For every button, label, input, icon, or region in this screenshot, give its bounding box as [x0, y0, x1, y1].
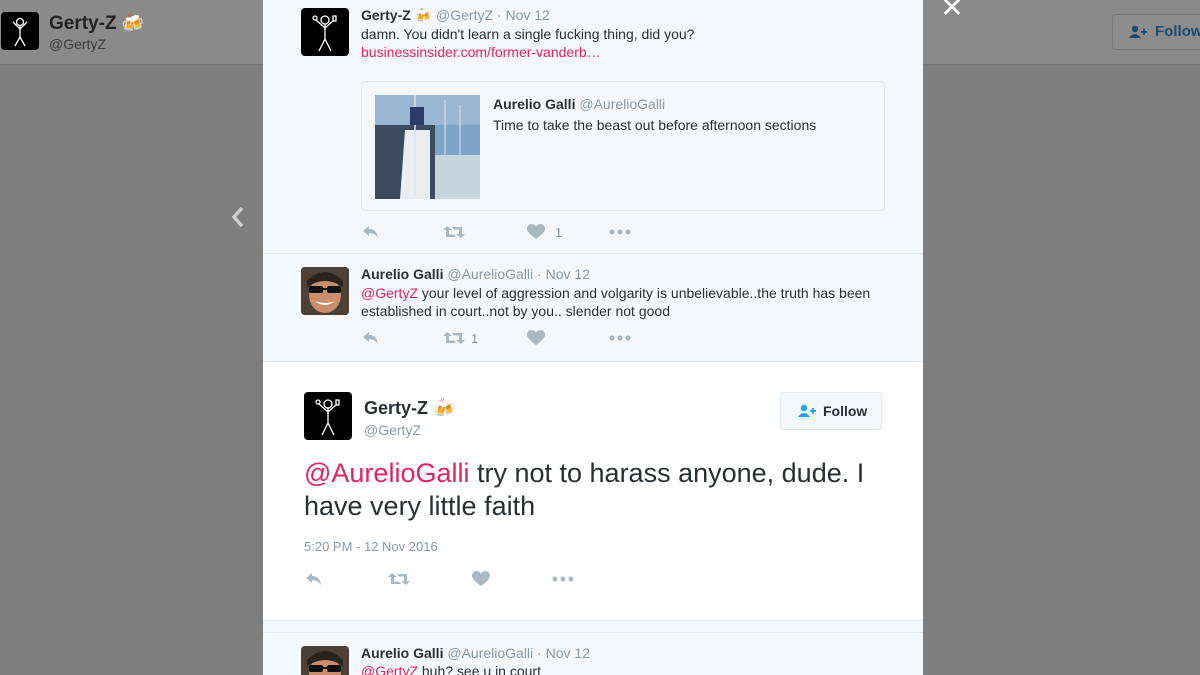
- tweet-header: Gerty-Z 🍻 @GertyZ · Nov 12: [361, 7, 550, 23]
- author-name[interactable]: Aurelio Galli: [361, 266, 443, 282]
- tweet-text: @GertyZ huh? see u in court: [361, 662, 881, 675]
- tweet-actions: [304, 571, 604, 591]
- author-handle[interactable]: @AurelioGalli: [447, 645, 533, 661]
- main-tweet: Gerty-Z 🍻 @GertyZ Follow @AurelioGalli t…: [263, 361, 923, 621]
- retweet-icon[interactable]: [443, 224, 465, 240]
- like-icon[interactable]: [472, 571, 490, 587]
- main-tweet-timestamp[interactable]: 5:20 PM - 12 Nov 2016: [304, 539, 438, 554]
- like-icon[interactable]: 1: [527, 224, 562, 240]
- tweet-actions: 1: [361, 224, 661, 244]
- background-follow-button[interactable]: Follow: [1112, 14, 1200, 50]
- conversation-panel: Gerty-Z 🍻 @GertyZ · Nov 12 damn. You did…: [263, 0, 923, 675]
- more-options-icon[interactable]: [609, 330, 631, 346]
- mention-link[interactable]: @AurelioGalli: [304, 458, 469, 488]
- background-profile-handle: @GertyZ: [49, 36, 106, 52]
- quoted-tweet-text: Time to take the beast out before aftern…: [493, 117, 817, 133]
- tweet-item[interactable]: Gerty-Z 🍻 @GertyZ · Nov 12 damn. You did…: [263, 0, 923, 254]
- avatar[interactable]: [304, 392, 352, 440]
- beer-emoji-icon: 🍻: [433, 398, 456, 418]
- tweet-item[interactable]: Aurelio Galli @AurelioGalli · Nov 12 @Ge…: [263, 254, 923, 360]
- follow-button[interactable]: Follow: [780, 392, 882, 430]
- retweet-icon[interactable]: [388, 571, 410, 587]
- tweet-item[interactable]: Aurelio Galli @AurelioGalli · Nov 12 @Ge…: [263, 633, 923, 675]
- tweet-actions: 1: [361, 330, 661, 350]
- background-profile-name: Gerty-Z 🍻: [49, 13, 145, 34]
- reply-icon[interactable]: [361, 224, 381, 240]
- avatar[interactable]: [301, 267, 349, 315]
- tweet-date[interactable]: Nov 12: [505, 7, 549, 23]
- tweet-text: damn. You didn't learn a single fucking …: [361, 26, 695, 60]
- reply-icon[interactable]: [304, 571, 324, 587]
- retweet-count: 1: [471, 331, 479, 346]
- author-name[interactable]: Aurelio Galli: [361, 645, 443, 661]
- mention-link[interactable]: @GertyZ: [361, 285, 418, 301]
- avatar[interactable]: [301, 8, 349, 56]
- beer-emoji-icon: 🍻: [414, 7, 433, 23]
- like-count: 1: [555, 225, 563, 240]
- follow-person-icon: [798, 404, 816, 417]
- follow-person-icon: [1129, 25, 1147, 38]
- tweet-header: Aurelio Galli @AurelioGalli · Nov 12: [361, 645, 590, 661]
- follow-label: Follow: [823, 403, 868, 419]
- quoted-tweet-header: Aurelio Galli @AurelioGalli: [493, 96, 665, 112]
- tweet-header: Aurelio Galli @AurelioGalli · Nov 12: [361, 266, 590, 282]
- quoted-tweet[interactable]: Aurelio Galli @AurelioGalli Time to take…: [361, 81, 885, 211]
- tweet-text: @GertyZ your level of aggression and vol…: [361, 285, 871, 319]
- quoted-author-name: Aurelio Galli: [493, 96, 576, 112]
- like-icon[interactable]: [527, 330, 545, 346]
- tweet-date[interactable]: Nov 12: [546, 266, 590, 282]
- author-handle[interactable]: @GertyZ: [436, 7, 493, 23]
- retweet-icon[interactable]: 1: [443, 330, 478, 346]
- previous-arrow-icon[interactable]: [228, 205, 248, 229]
- more-options-icon[interactable]: [552, 571, 574, 587]
- quoted-tweet-image: [375, 95, 480, 199]
- tweet-link[interactable]: businessinsider.com/former-vanderb…: [361, 44, 601, 60]
- mention-link[interactable]: @GertyZ: [361, 663, 418, 675]
- avatar[interactable]: [301, 646, 349, 675]
- tweet-date[interactable]: Nov 12: [546, 645, 590, 661]
- background-avatar: [1, 12, 39, 50]
- beer-emoji-icon: 🍻: [121, 13, 145, 33]
- author-name[interactable]: Gerty-Z: [361, 7, 411, 23]
- main-tweet-text: @AurelioGalli try not to harass anyone, …: [304, 458, 865, 521]
- reply-icon[interactable]: [361, 330, 381, 346]
- main-author-name[interactable]: Gerty-Z 🍻: [364, 398, 455, 419]
- main-author-handle[interactable]: @GertyZ: [364, 422, 421, 438]
- more-options-icon[interactable]: [609, 224, 631, 240]
- background-follow-label: Follow: [1155, 23, 1200, 40]
- close-icon[interactable]: ✕: [940, 0, 964, 22]
- quoted-author-handle: @AurelioGalli: [579, 96, 666, 112]
- author-handle[interactable]: @AurelioGalli: [447, 266, 533, 282]
